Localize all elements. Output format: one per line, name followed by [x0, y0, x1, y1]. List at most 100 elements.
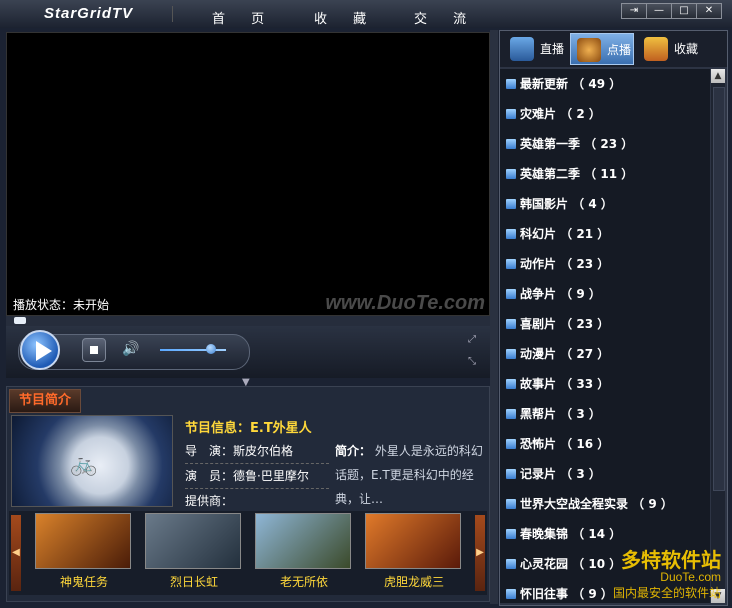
bullet-icon [506, 439, 516, 449]
player-controls: 🔊 ⤢ ⤡ [6, 326, 490, 378]
movie-poster [35, 513, 131, 569]
movie-poster [145, 513, 241, 569]
list-item[interactable]: 战争片 （ 9 ） [500, 279, 710, 309]
list-item[interactable]: 英雄第一季 （ 23 ） [500, 129, 710, 159]
related-movie[interactable]: 虎胆龙威三 [365, 513, 463, 590]
bullet-icon [506, 199, 516, 209]
player-status: 播放状态：未开始 [13, 298, 110, 312]
volume-knob[interactable] [206, 344, 216, 354]
site-watermark-slogan: 国内最安全的软件站 [612, 586, 721, 600]
bullet-icon [506, 589, 516, 599]
volume-icon[interactable]: 🔊 [122, 341, 139, 357]
scroll-thumb[interactable] [713, 87, 725, 491]
list-item[interactable]: 喜剧片 （ 23 ） [500, 309, 710, 339]
movie-title: 烈日长虹 [169, 575, 218, 589]
video-screen[interactable]: 播放状态：未开始 www.DuoTe.com [6, 32, 490, 316]
list-item[interactable]: 最新更新 （ 49 ） [500, 69, 710, 99]
movie-poster [255, 513, 351, 569]
bullet-icon [506, 469, 516, 479]
maximize-button[interactable]: □ [671, 3, 697, 19]
list-item[interactable]: 科幻片 （ 21 ） [500, 219, 710, 249]
panel-divider[interactable] [490, 30, 498, 604]
app-logo: StarGridTV [44, 5, 134, 22]
video-watermark: www.DuoTe.com [325, 292, 485, 314]
title-separator [172, 6, 173, 22]
bullet-icon [506, 289, 516, 299]
list-item[interactable]: 动作片 （ 23 ） [500, 249, 710, 279]
bullet-icon [506, 499, 516, 509]
nav-favorites[interactable]: 收 藏 [314, 8, 377, 27]
tab-favorites-label: 收藏 [674, 42, 699, 56]
related-strip: ◀ 神鬼任务 烈日长虹 老无所依 虎胆龙威三 ▶ [9, 511, 487, 595]
bullet-icon [506, 349, 516, 359]
movie-title: 老无所依 [279, 575, 328, 589]
strip-right-arrow[interactable]: ▶ [475, 515, 485, 591]
bullet-icon [506, 559, 516, 569]
strip-left-arrow[interactable]: ◀ [11, 515, 21, 591]
program-thumbnail: 🚲 [11, 415, 173, 507]
bullet-icon [506, 409, 516, 419]
related-movie[interactable]: 神鬼任务 [35, 513, 133, 590]
movie-title: 虎胆龙威三 [383, 575, 444, 589]
program-info-title: 节目信息：E.T外星人 [185, 421, 312, 436]
list-item[interactable]: 动漫片 （ 27 ） [500, 339, 710, 369]
tab-program-intro[interactable]: 节目简介 [9, 389, 81, 413]
bullet-icon [506, 259, 516, 269]
category-list: 最新更新 （ 49 ） 灾难片 （ 2 ） 英雄第一季 （ 23 ） 英雄第二季… [500, 69, 710, 603]
list-item[interactable]: 灾难片 （ 2 ） [500, 99, 710, 129]
tab-live[interactable]: 直播 [504, 33, 568, 65]
list-item[interactable]: 故事片 （ 33 ） [500, 369, 710, 399]
favorites-box-icon [644, 37, 668, 61]
bullet-icon [506, 529, 516, 539]
list-item[interactable]: 黑帮片 （ 3 ） [500, 399, 710, 429]
list-item[interactable]: 韩国影片 （ 4 ） [500, 189, 710, 219]
tv-icon [510, 37, 534, 61]
fullscreen-icon[interactable]: ⤢ [468, 334, 476, 345]
movie-poster [365, 513, 461, 569]
tab-live-label: 直播 [540, 42, 565, 56]
list-item[interactable]: 记录片 （ 3 ） [500, 459, 710, 489]
list-item[interactable]: 恐怖片 （ 16 ） [500, 429, 710, 459]
title-bar: StarGridTV 首 页 收 藏 交 流 ⇥ — □ ✕ [0, 0, 732, 28]
bullet-icon [506, 319, 516, 329]
film-reel-icon [577, 38, 601, 62]
nav-exchange[interactable]: 交 流 [414, 8, 477, 27]
bullet-icon [506, 139, 516, 149]
director-row: 导 演：斯皮尔伯格 [185, 439, 329, 464]
minimize-button[interactable]: — [646, 3, 672, 19]
bullet-icon [506, 79, 516, 89]
intro-label: 简介： [335, 444, 372, 458]
movie-title: 神鬼任务 [59, 575, 108, 589]
site-watermark: 多特软件站 DuoTe.com 国内最安全的软件站 [612, 550, 721, 601]
program-intro: 简介： 外星人是永远的科幻话题，E.T更是科幻中的经典，让… [335, 439, 483, 511]
channel-tabs: 直播 点播 收藏 [500, 31, 727, 67]
list-item[interactable]: 世界大空战全程实录 （ 9 ） [500, 489, 710, 519]
bullet-icon [506, 229, 516, 239]
related-movie[interactable]: 烈日长虹 [145, 513, 243, 590]
window-controls: ⇥ — □ ✕ [621, 3, 722, 19]
bullet-icon [506, 109, 516, 119]
tab-vod-label: 点播 [607, 43, 632, 57]
close-button[interactable]: ✕ [696, 3, 722, 19]
actor-row: 演 员：德鲁·巴里摩尔 [185, 464, 329, 489]
channel-panel: 直播 点播 收藏 最新更新 （ 49 ） 灾难片 （ 2 ） 英雄第一季 （ 2… [499, 30, 728, 606]
category-scrollbar[interactable]: ▲ ▼ [711, 69, 725, 603]
bullet-icon [506, 169, 516, 179]
bullet-icon [506, 379, 516, 389]
seek-knob[interactable] [14, 317, 26, 324]
tab-vod[interactable]: 点播 [570, 33, 634, 65]
list-item[interactable]: 英雄第二季 （ 11 ） [500, 159, 710, 189]
play-button[interactable] [20, 330, 60, 370]
related-movie[interactable]: 老无所依 [255, 513, 353, 590]
nav-home[interactable]: 首 页 [212, 8, 275, 27]
program-info-rows: 导 演：斯皮尔伯格 演 员：德鲁·巴里摩尔 提供商： [185, 439, 329, 514]
tab-favorites[interactable]: 收藏 [638, 33, 708, 65]
list-item[interactable]: 春晚集锦 （ 14 ） [500, 519, 710, 549]
volume-slider[interactable] [160, 349, 226, 351]
seek-bar[interactable] [6, 316, 490, 326]
scroll-up-arrow[interactable]: ▲ [711, 69, 725, 83]
tray-button[interactable]: ⇥ [621, 3, 647, 19]
stop-button[interactable] [82, 338, 106, 362]
restore-icon[interactable]: ⤡ [468, 356, 476, 367]
site-watermark-name: 多特软件站 [621, 550, 721, 572]
